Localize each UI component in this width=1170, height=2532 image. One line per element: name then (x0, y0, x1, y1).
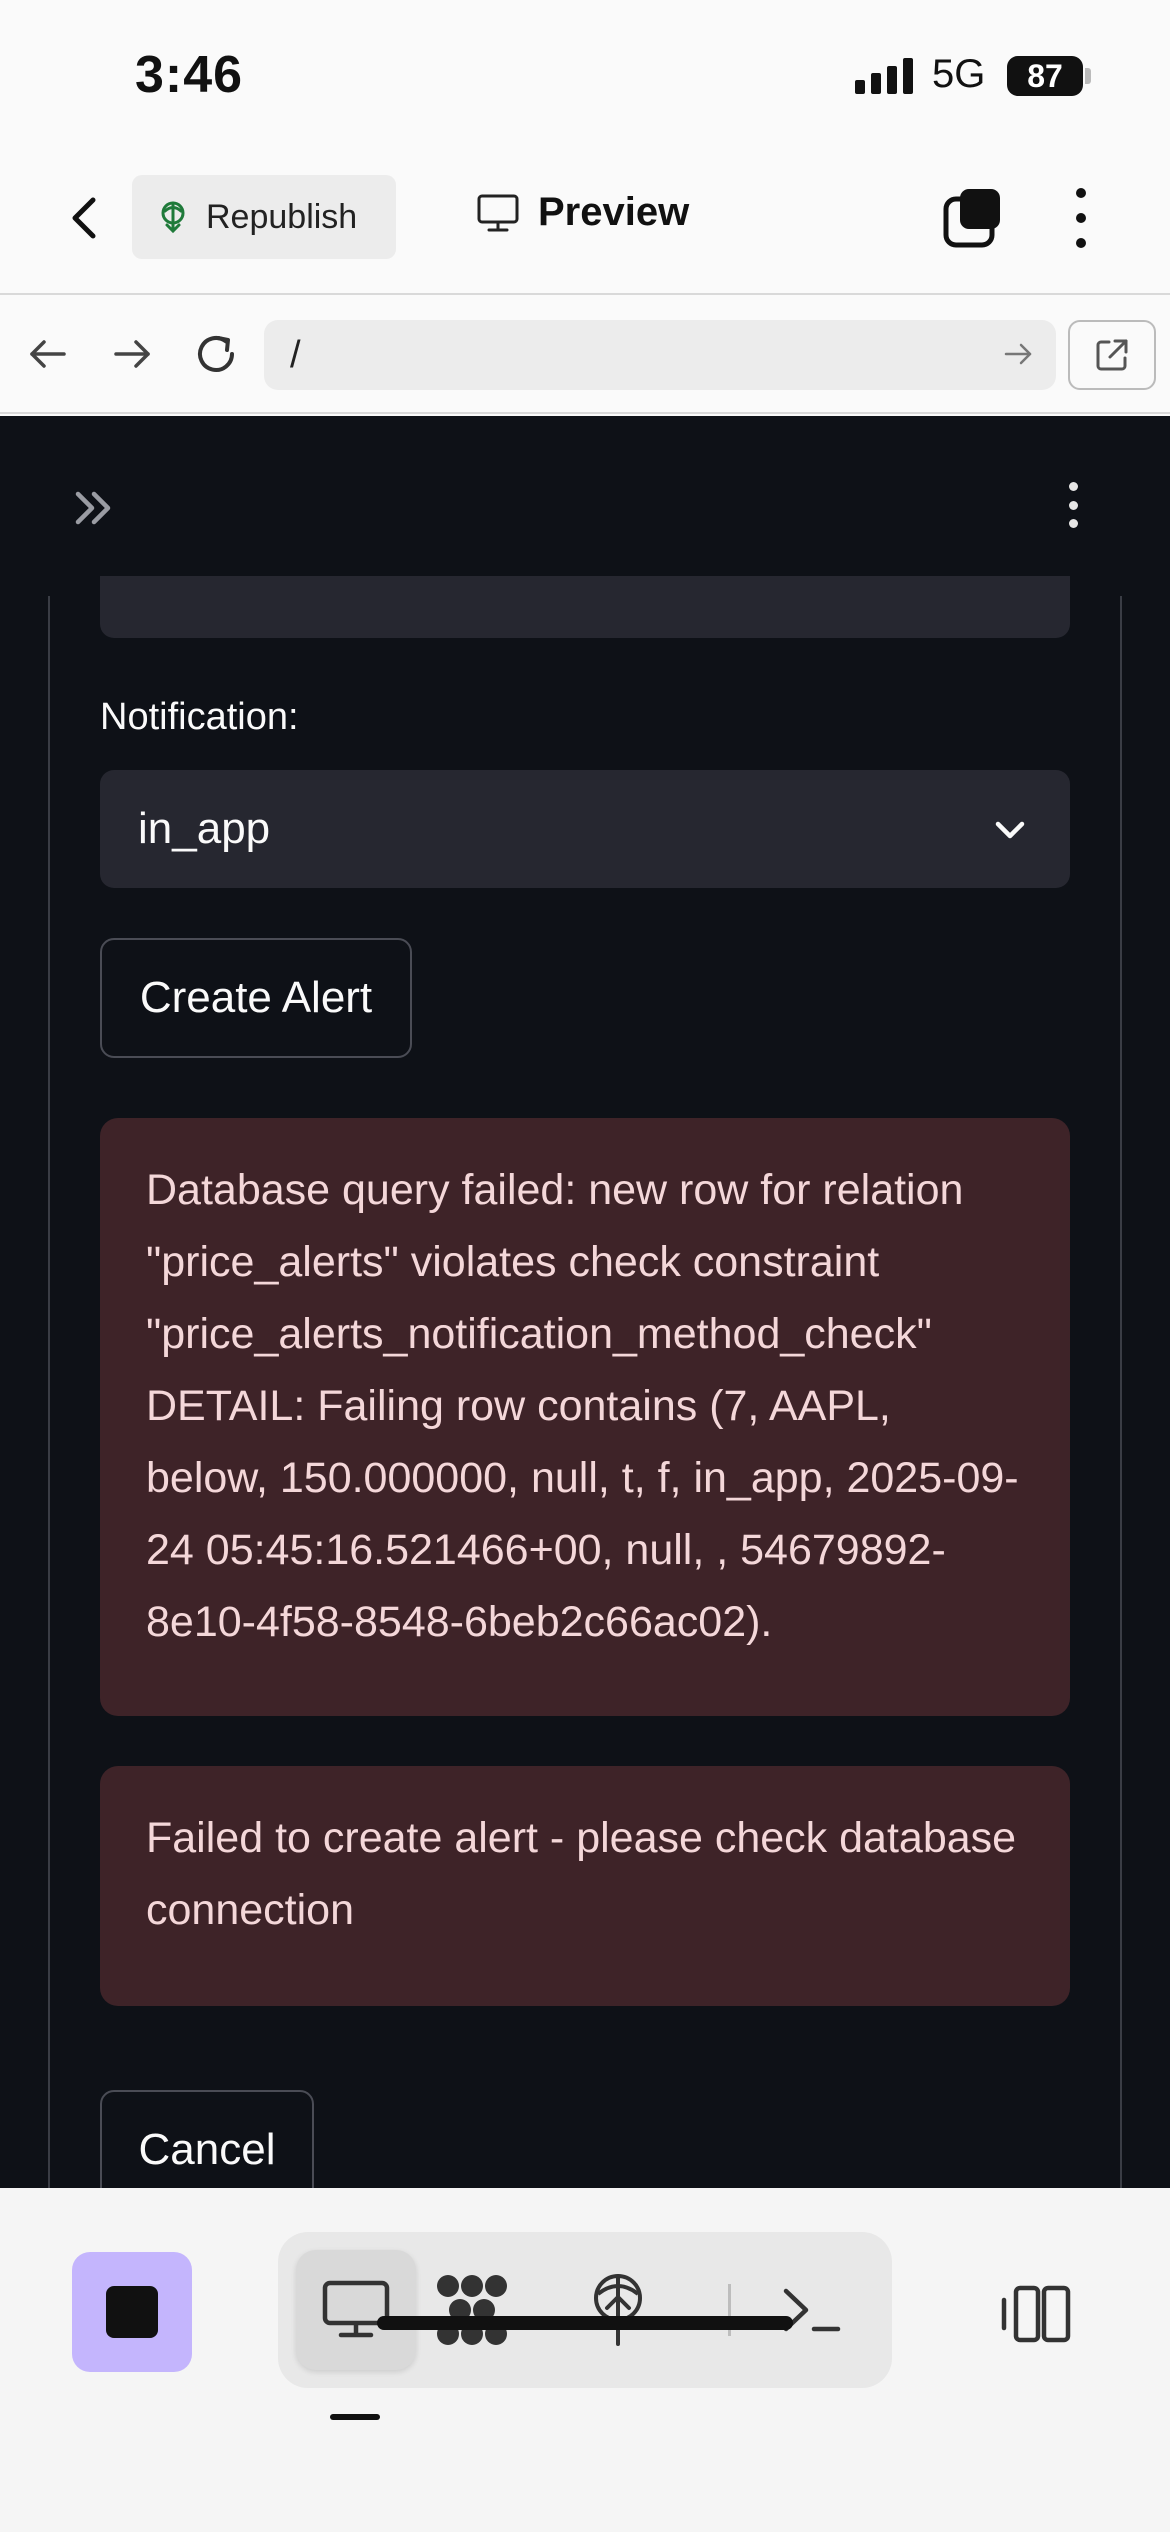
back-arrow-icon[interactable] (22, 328, 74, 380)
back-button[interactable] (55, 188, 115, 248)
battery-tip (1085, 68, 1091, 84)
create-alert-button[interactable]: Create Alert (100, 938, 412, 1058)
form-panel: Notification: in_app Create Alert Databa… (48, 576, 1122, 2188)
tool-workflows[interactable] (412, 2250, 532, 2370)
previous-field[interactable] (100, 576, 1070, 638)
cancel-button[interactable]: Cancel (100, 2090, 314, 2188)
tool-preview[interactable] (296, 2250, 416, 2370)
url-bar: / (0, 296, 1170, 414)
republish-button[interactable]: Republish (132, 175, 396, 259)
home-indicator (377, 2316, 793, 2330)
open-external-button[interactable] (1068, 320, 1156, 390)
workflow-icon (437, 2275, 507, 2345)
preview-label: Preview (538, 190, 690, 234)
active-tool-indicator (330, 2414, 380, 2420)
tool-switcher (278, 2232, 892, 2388)
tabs-button[interactable] (940, 185, 1006, 251)
status-time: 3:46 (135, 46, 244, 104)
chevron-down-icon (995, 821, 1025, 839)
reload-icon[interactable] (190, 328, 242, 380)
deploy-icon (594, 2274, 642, 2346)
monitor-icon (322, 2280, 390, 2338)
tool-deploy[interactable] (558, 2250, 678, 2370)
preview-tab[interactable]: Preview (476, 190, 689, 235)
app-viewport: Notification: in_app Create Alert Databa… (0, 416, 1170, 2188)
status-bar: 3:46 5G 87 (0, 0, 1170, 150)
go-icon[interactable] (1000, 336, 1036, 372)
signal-icon (855, 58, 913, 94)
network-type: 5G (932, 52, 986, 96)
app-header (0, 416, 1170, 596)
back-icon (72, 197, 96, 239)
tool-shell[interactable] (752, 2250, 872, 2370)
republish-icon (161, 201, 185, 234)
notification-value: in_app (138, 804, 271, 853)
error-message-create: Failed to create alert - please check da… (100, 1766, 1070, 2006)
stop-icon (106, 2286, 158, 2338)
panel-icon[interactable] (998, 2282, 1074, 2346)
battery-icon: 87 (1007, 56, 1083, 96)
expand-sidebar-icon[interactable] (70, 484, 118, 532)
app-menu-icon[interactable] (1063, 482, 1083, 528)
url-text: / (290, 334, 301, 376)
error-message-database: Database query failed: new row for relat… (100, 1118, 1070, 1716)
forward-arrow-icon[interactable] (106, 328, 158, 380)
monitor-icon (477, 194, 519, 231)
bottom-toolbar (0, 2188, 1170, 2532)
tabs-icon (943, 189, 1000, 248)
top-toolbar: Republish Preview (0, 150, 1170, 295)
notification-label: Notification: (100, 696, 299, 738)
url-input[interactable]: / (264, 320, 1056, 390)
external-link-icon (1096, 339, 1128, 371)
notification-select[interactable]: in_app (100, 770, 1070, 888)
stop-button[interactable] (72, 2252, 192, 2372)
more-icon[interactable] (1066, 188, 1096, 248)
republish-label: Republish (206, 197, 358, 236)
